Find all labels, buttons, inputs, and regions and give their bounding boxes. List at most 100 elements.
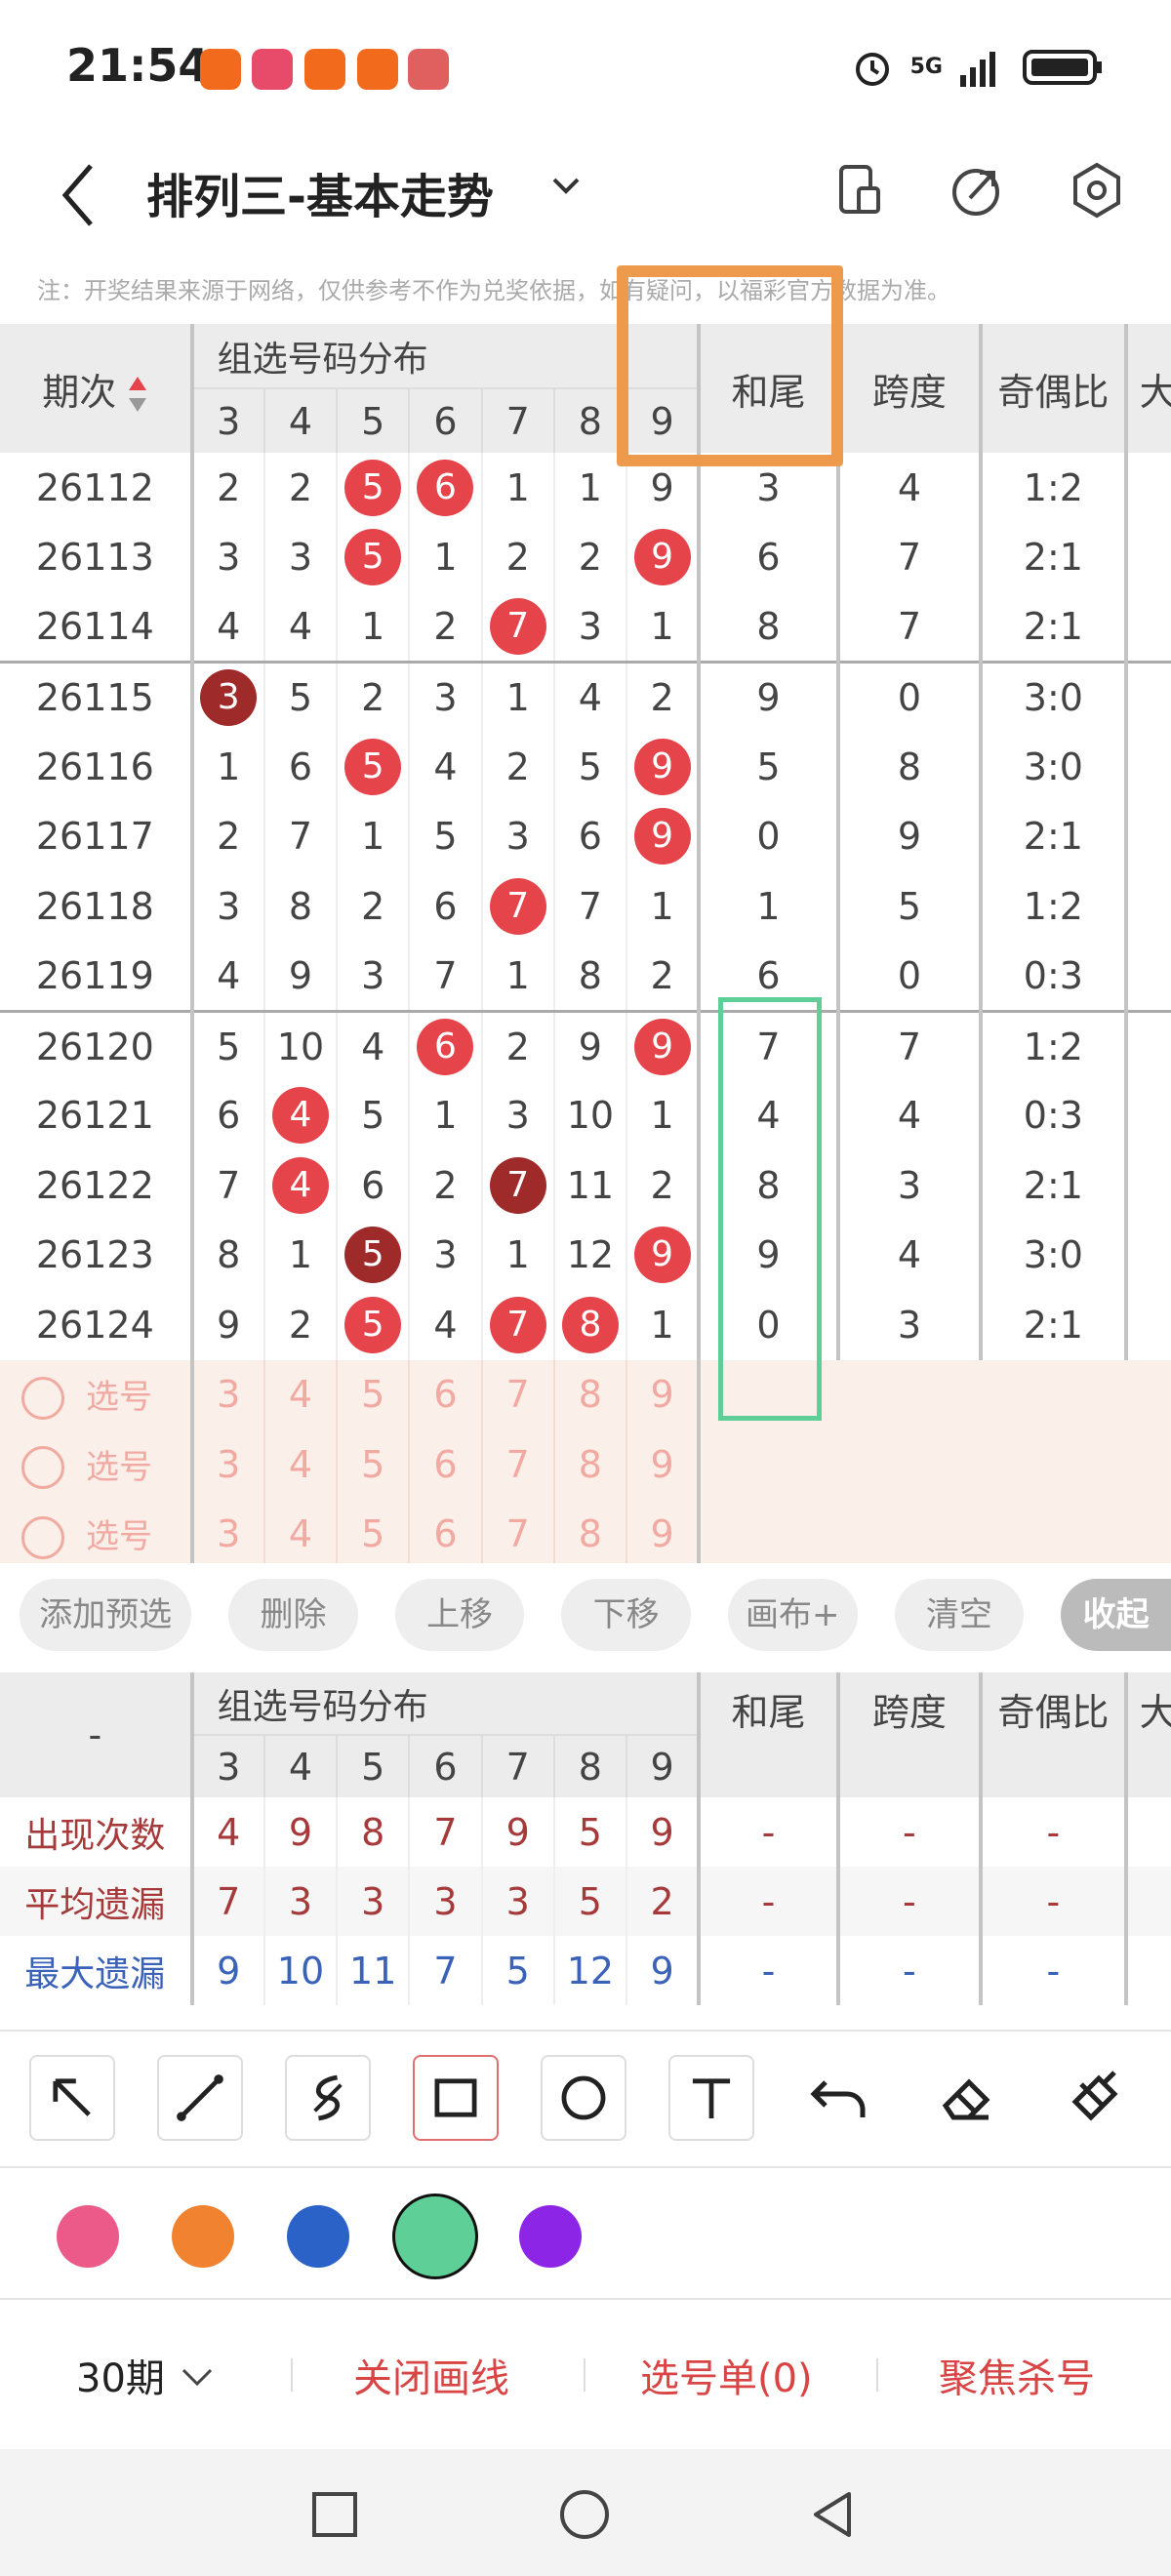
delete-button[interactable]: 删除: [228, 1579, 358, 1651]
color-swatch-green[interactable]: [392, 2194, 478, 2279]
table-row[interactable]: 26120 5 10 4 6 2 9 9 7 7 1:2: [0, 1011, 1171, 1081]
pick-cell[interactable]: 选号: [0, 1499, 194, 1563]
digit-cell: 3: [263, 522, 339, 592]
pick-list-button[interactable]: 选号单(0): [640, 2347, 813, 2403]
pick-digit[interactable]: 3: [191, 1359, 265, 1429]
back-icon[interactable]: [54, 156, 102, 234]
pick-digit[interactable]: 6: [409, 1359, 483, 1429]
table-row[interactable]: 26113 3 3 5 1 2 2 9 6 7 2:1: [0, 522, 1171, 593]
drawn-orange-rectangle[interactable]: [617, 265, 843, 466]
focus-kill-button[interactable]: 聚焦杀号: [939, 2347, 1095, 2403]
big-cell: [1126, 942, 1171, 1012]
drawn-green-rectangle[interactable]: [718, 997, 822, 1421]
arrow-tool-icon[interactable]: [29, 2055, 115, 2141]
color-swatch-orange[interactable]: [172, 2205, 234, 2268]
stats-label: 最大遗漏: [0, 1936, 194, 2005]
digit-cell: 7: [553, 871, 628, 942]
line-tool-icon[interactable]: [157, 2055, 243, 2141]
pick-row[interactable]: 选号 3 4 5 6 7 8 9: [0, 1359, 1171, 1430]
radio-circle-icon[interactable]: [21, 1446, 64, 1489]
table-row[interactable]: 26112 2 2 5 6 1 1 9 3 4 1:2: [0, 453, 1171, 523]
undo-icon[interactable]: [796, 2055, 882, 2141]
pick-digit[interactable]: 5: [337, 1429, 411, 1500]
settings-icon[interactable]: [1068, 161, 1126, 220]
stats-value: 3: [409, 1867, 483, 1936]
table-row[interactable]: 26122 7 4 6 2 7 11 2 8 3 2:1: [0, 1150, 1171, 1221]
pick-digit[interactable]: 7: [481, 1429, 555, 1500]
canvas-plus-button[interactable]: 画布+: [727, 1579, 858, 1651]
pick-row[interactable]: 选号 3 4 5 6 7 8 9: [0, 1429, 1171, 1500]
clear-button[interactable]: 清空: [894, 1579, 1025, 1651]
eraser-icon[interactable]: [924, 2055, 1010, 2141]
sort-icon[interactable]: [128, 375, 147, 414]
table-row[interactable]: 26114 4 4 1 2 7 3 1 8 7 2:1: [0, 592, 1171, 663]
stats-value: 8: [337, 1797, 411, 1867]
hewei-cell: 5: [697, 732, 840, 802]
back-nav-icon[interactable]: [806, 2488, 859, 2541]
phone-icon[interactable]: [831, 161, 890, 220]
recent-apps-icon[interactable]: [310, 2490, 359, 2539]
hewei-cell: 6: [697, 522, 840, 592]
pick-digit[interactable]: 8: [553, 1429, 628, 1500]
big-cell: [1126, 523, 1171, 593]
stats-dash: -: [837, 1797, 984, 1867]
radio-circle-icon[interactable]: [21, 1376, 64, 1420]
digit-cell: 1: [650, 1303, 674, 1347]
pick-digit[interactable]: 6: [409, 1429, 483, 1500]
pick-row[interactable]: 选号 3 4 5 6 7 8 9: [0, 1499, 1171, 1564]
table-row[interactable]: 26118 3 8 2 6 7 7 1 1 5 1:2: [0, 871, 1171, 942]
pick-digit[interactable]: 3: [191, 1429, 265, 1500]
move-down-button[interactable]: 下移: [561, 1579, 691, 1651]
pick-digit[interactable]: 8: [553, 1499, 628, 1563]
home-icon[interactable]: [558, 2488, 611, 2541]
period-select[interactable]: 30期: [76, 2347, 217, 2403]
pick-digit[interactable]: 4: [263, 1429, 339, 1500]
share-icon[interactable]: [947, 161, 1005, 220]
brush-icon[interactable]: [1052, 2055, 1138, 2141]
pick-digit[interactable]: 5: [337, 1359, 411, 1429]
table-row[interactable]: 26119 4 9 3 7 1 8 2 6 0 0:3: [0, 941, 1171, 1012]
color-swatch-purple[interactable]: [519, 2205, 582, 2268]
text-tool-icon[interactable]: [668, 2055, 754, 2141]
pick-digit[interactable]: 9: [626, 1500, 699, 1564]
move-up-button[interactable]: 上移: [394, 1579, 525, 1651]
color-swatch-blue[interactable]: [287, 2205, 349, 2268]
pick-digit[interactable]: 5: [337, 1499, 411, 1563]
stats-dash: -: [981, 1867, 1128, 1936]
table-row[interactable]: 26115 3 5 2 3 1 4 2 9 0 3:0: [0, 662, 1171, 732]
table-row[interactable]: 26123 8 1 5 3 1 12 9 9 4 3:0: [0, 1220, 1171, 1291]
digit-cell: 2: [337, 871, 411, 942]
table-row[interactable]: 26121 6 4 5 1 3 10 1 4 4 0:3: [0, 1080, 1171, 1150]
radio-circle-icon[interactable]: [21, 1515, 64, 1559]
chevron-down-icon[interactable]: [546, 166, 586, 205]
big-cell: [1126, 1221, 1171, 1291]
page-title[interactable]: 排列三-基本走势: [146, 158, 494, 226]
pick-digit[interactable]: 4: [263, 1359, 339, 1429]
digit-cell: 1: [481, 941, 555, 1011]
pick-digit[interactable]: 7: [481, 1359, 555, 1429]
pick-digit[interactable]: 7: [481, 1499, 555, 1563]
pick-cell[interactable]: 选号: [0, 1359, 194, 1429]
table-row[interactable]: 26117 2 7 1 5 3 6 9 0 9 2:1: [0, 801, 1171, 871]
col-period-header[interactable]: 期次: [0, 324, 194, 453]
collapse-button[interactable]: 收起: [1061, 1579, 1171, 1651]
rect-tool-icon[interactable]: [413, 2055, 499, 2141]
pick-digit[interactable]: 3: [191, 1499, 265, 1563]
stats-group-header: 组选号码分布: [217, 1686, 428, 1727]
table-row[interactable]: 26116 1 6 5 4 2 5 9 5 8 3:0: [0, 732, 1171, 802]
table-row[interactable]: 26124 9 2 5 4 7 8 1 0 3 2:1: [0, 1290, 1171, 1360]
pick-cell[interactable]: 选号: [0, 1429, 194, 1500]
period-cell: 26124: [0, 1290, 194, 1360]
period-cell: 26116: [0, 732, 194, 802]
add-preselect-button[interactable]: 添加预选: [20, 1579, 192, 1651]
pick-digit[interactable]: 8: [553, 1359, 628, 1429]
pick-digit[interactable]: 9: [626, 1429, 699, 1500]
hit-ball: 9: [633, 738, 691, 795]
color-swatch-pink[interactable]: [57, 2205, 119, 2268]
close-lines-button[interactable]: 关闭画线: [353, 2347, 509, 2403]
circle-tool-icon[interactable]: [541, 2055, 626, 2141]
curve-tool-icon[interactable]: [285, 2055, 371, 2141]
pick-digit[interactable]: 4: [263, 1499, 339, 1563]
pick-digit[interactable]: 6: [409, 1499, 483, 1563]
pick-digit[interactable]: 9: [626, 1360, 699, 1430]
